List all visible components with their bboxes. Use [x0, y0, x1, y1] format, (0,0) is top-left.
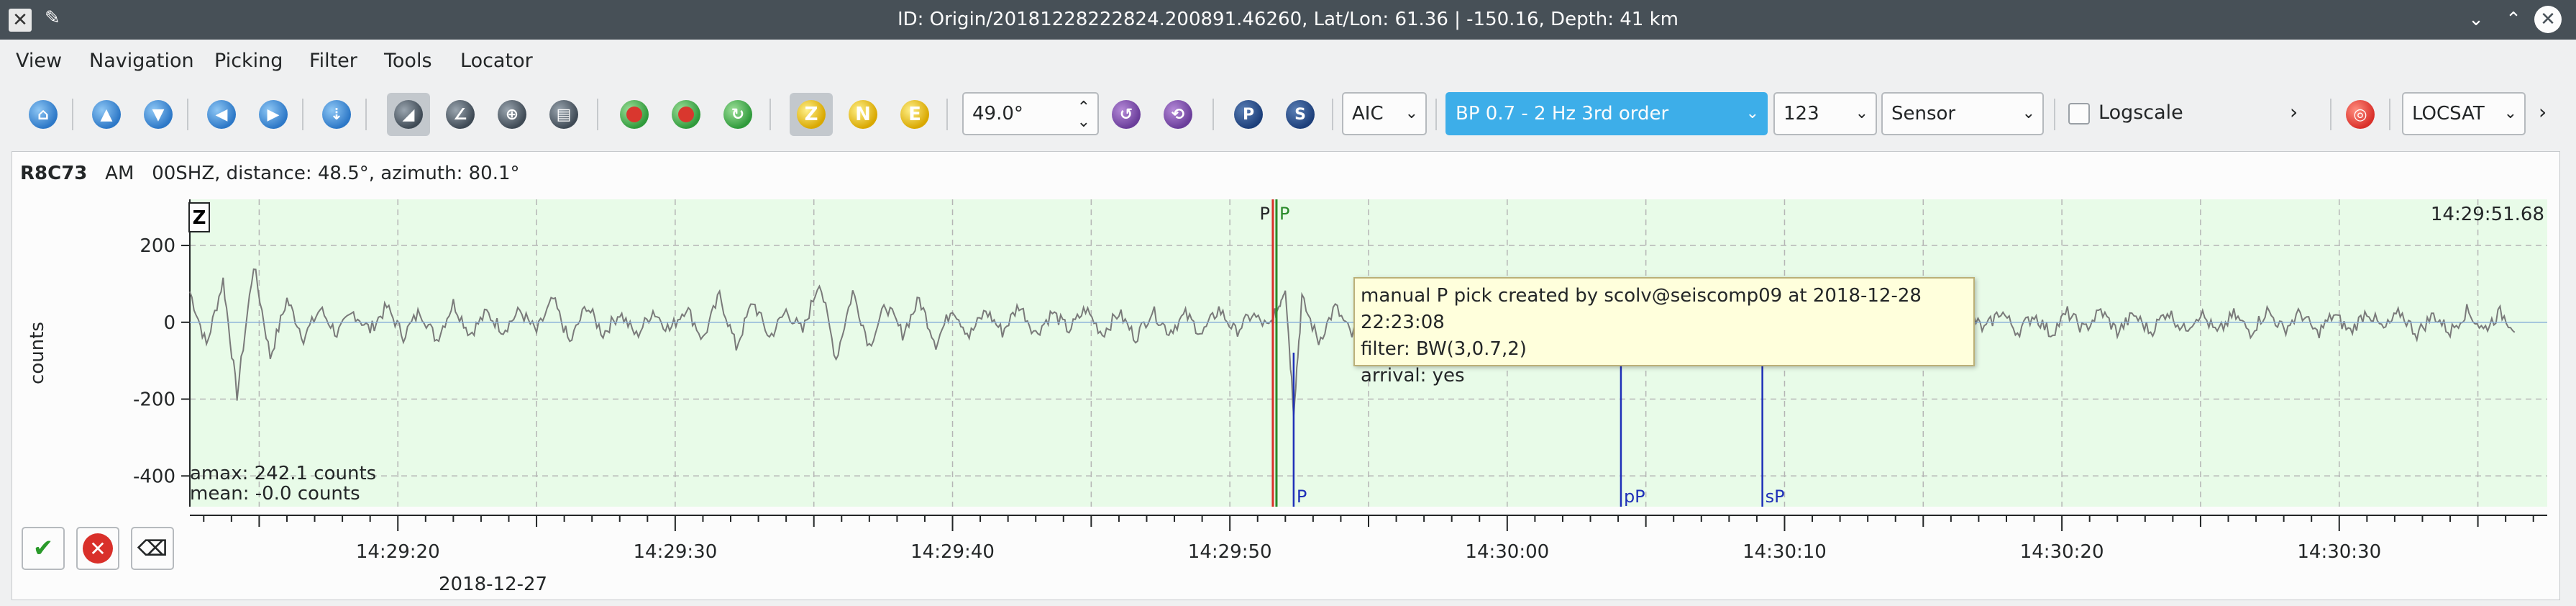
accept-button[interactable]: ✔	[22, 527, 65, 570]
cursor-time-label: 14:29:51.68	[2431, 204, 2544, 225]
y-tick-label: 0	[163, 312, 175, 334]
date-label: 2018-12-27	[439, 574, 547, 595]
amax-label: amax: 242.1 counts	[190, 463, 376, 484]
x-tick-label: 14:29:20	[356, 541, 440, 563]
x-tick-label: 14:30:10	[1743, 541, 1827, 563]
tooltip-line-filter: filter: BW(3,0.7,2)	[1361, 338, 1527, 360]
reject-icon: ✕	[83, 533, 113, 564]
waveform-plot[interactable]: 2000-200-400 14:29:20 14:29:30 14:29:40 14:…	[0, 0, 2576, 606]
component-label: Z	[193, 207, 206, 229]
y-axis: 200 0 -200 -400	[133, 199, 191, 507]
mean-label: mean: -0.0 counts	[190, 483, 360, 505]
x-axis: 14:29:20 14:29:30 14:29:40 14:29:50 14:30:00…	[190, 515, 2547, 563]
component-label-box: Z	[188, 202, 210, 232]
pick-label-theoretical-pP: pP	[1624, 487, 1645, 507]
backspace-icon: ⌫	[137, 535, 168, 561]
x-tick-label: 14:29:40	[910, 541, 995, 563]
reject-button[interactable]: ✕	[76, 527, 119, 570]
x-tick-label: 14:30:20	[2020, 541, 2104, 563]
y-tick-label: -400	[133, 466, 175, 487]
pick-label-automatic-P: P	[1259, 204, 1269, 224]
x-tick-label: 14:29:30	[633, 541, 717, 563]
y-tick-label: -200	[133, 389, 175, 411]
cross-glyph: ✕	[89, 536, 106, 561]
x-tick-label: 14:29:50	[1188, 541, 1272, 563]
pick-tooltip: manual P pick created by scolv@seiscomp0…	[1353, 277, 1975, 386]
tooltip-line-author: manual P pick created by scolv@seiscomp0…	[1361, 285, 1922, 333]
pick-label-theoretical-P: P	[1297, 487, 1307, 507]
checkmark-icon: ✔	[32, 534, 54, 563]
y-tick-label: 200	[140, 235, 175, 257]
x-tick-label: 14:30:30	[2297, 541, 2381, 563]
y-axis-label: counts	[27, 322, 48, 384]
pick-label-manual-P: P	[1279, 204, 1289, 224]
x-tick-label: 14:30:00	[1465, 541, 1549, 563]
remove-trace-button[interactable]: ⌫	[131, 527, 174, 570]
tooltip-line-arrival: arrival: yes	[1361, 365, 1465, 386]
pick-label-theoretical-sP: sP	[1766, 487, 1785, 507]
